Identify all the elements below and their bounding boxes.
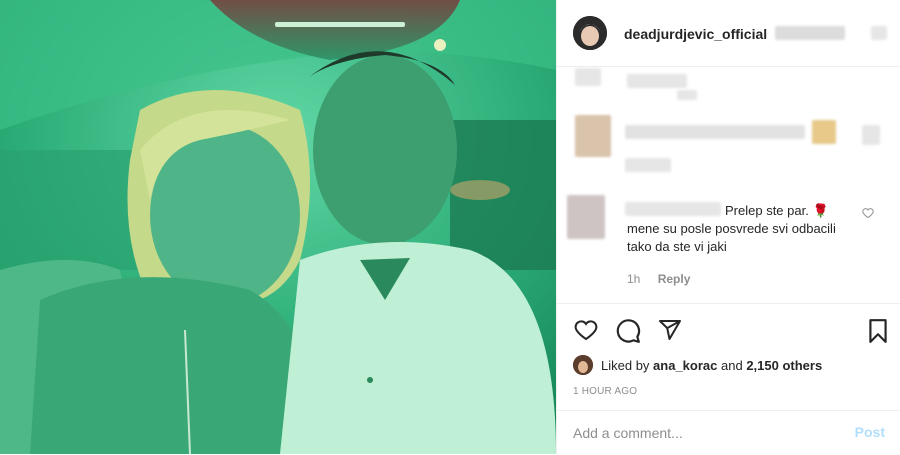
author-avatar[interactable]	[573, 16, 607, 50]
paper-plane-icon[interactable]	[657, 318, 683, 342]
reply-button[interactable]: Reply	[658, 272, 691, 286]
likes-count[interactable]: 2,150 others	[746, 358, 822, 373]
liker-avatar[interactable]	[573, 355, 593, 375]
post-photo[interactable]	[0, 0, 556, 454]
heart-outline-icon[interactable]	[862, 207, 874, 219]
redacted-block	[625, 125, 805, 139]
redacted-block	[775, 26, 845, 40]
comment-meta: 1h Reply	[627, 272, 704, 286]
bookmark-icon[interactable]	[867, 318, 889, 344]
likes-prefix: Liked by	[601, 358, 650, 373]
add-comment-bar: Post	[557, 410, 900, 455]
likes-text: Liked by ana_korac and 2,150 others	[601, 358, 822, 373]
post-header: deadjurdjevic_official	[557, 0, 900, 67]
redacted-block	[812, 120, 836, 144]
post-timestamp: 1 HOUR AGO	[573, 386, 638, 397]
comment-bubble-icon[interactable]	[615, 318, 641, 344]
redacted-avatar	[575, 115, 611, 157]
heart-outline-icon[interactable]	[573, 318, 599, 342]
redacted-block	[625, 158, 671, 172]
redacted-block	[575, 68, 601, 86]
comment-body: Prelep ste par. 🌹 mene su posle posvrede…	[627, 203, 836, 254]
photo-illustration	[0, 0, 556, 454]
comment-time: 1h	[627, 272, 641, 286]
post-button[interactable]: Post	[855, 424, 885, 440]
comment-text: Prelep ste par. 🌹 mene su posle posvrede…	[627, 202, 847, 256]
liker-username[interactable]: ana_korac	[653, 358, 717, 373]
redacted-avatar	[567, 195, 605, 239]
comment-input[interactable]	[573, 422, 833, 444]
author-username[interactable]: deadjurdjevic_official	[624, 26, 767, 42]
likes-conj: and	[721, 358, 743, 373]
redacted-block	[627, 74, 687, 88]
redacted-block	[677, 90, 697, 100]
post-sidebar: deadjurdjevic_official Prelep ste par. 🌹…	[556, 0, 900, 454]
redacted-block	[871, 26, 887, 40]
action-bar	[557, 303, 900, 356]
redacted-block	[862, 125, 880, 145]
